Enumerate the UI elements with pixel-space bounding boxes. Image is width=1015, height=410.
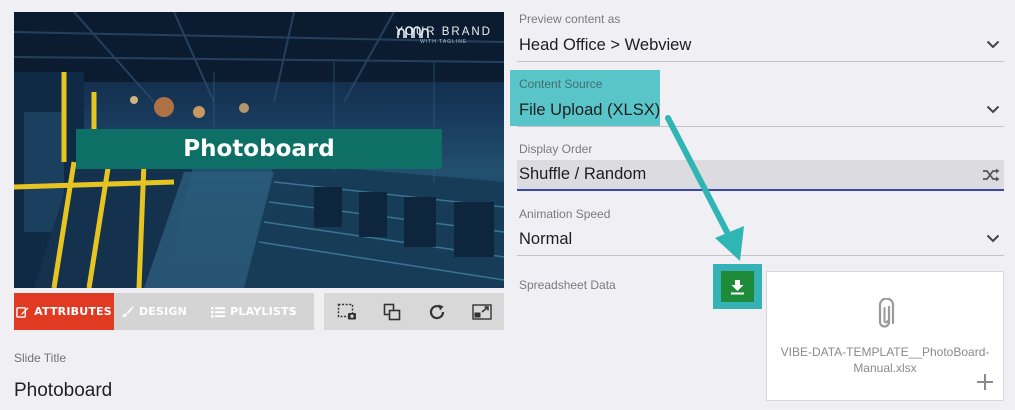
screenshot-button[interactable] [324,293,369,330]
display-order-label: Display Order [519,142,593,156]
display-order-value: Shuffle / Random [519,165,647,183]
add-file-icon[interactable] [976,373,994,391]
tab-playlists-label: PLAYLISTS [230,305,297,318]
preview-toolbar [324,293,504,330]
list-icon [211,306,226,317]
chevron-down-icon [986,40,1000,49]
tab-playlists[interactable]: PLAYLISTS [194,293,314,330]
chevron-down-icon [986,234,1000,243]
content-source-value: File Upload (XLSX) [519,101,661,119]
brush-icon [121,305,134,317]
preview-as-select[interactable]: Head Office > Webview [517,32,1004,62]
slide-title-label: Slide Title [14,351,67,365]
animation-speed-label: Animation Speed [519,207,611,221]
tab-attributes-label: ATTRIBUTES [34,305,112,318]
download-icon [731,279,744,294]
refresh-icon [429,304,444,319]
resize-button[interactable] [459,293,504,330]
content-source-select[interactable]: File Upload (XLSX) [517,97,1004,127]
layers-button[interactable] [369,293,414,330]
preview-as-label: Preview content as [519,12,621,26]
preview-as-value: Head Office > Webview [519,36,692,54]
slide-title-input[interactable]: Photoboard [14,380,112,402]
animation-speed-value: Normal [519,230,573,248]
tab-design[interactable]: DESIGN [114,293,194,330]
building-icon [397,26,430,38]
download-template-highlight [713,264,762,309]
brand-logo: YOUR BRAND WITH TAGLINE [395,26,492,45]
slide-banner-title: Photoboard [76,129,442,169]
screenshot-icon [337,303,356,319]
paperclip-icon [878,298,895,328]
tab-design-label: DESIGN [138,305,188,318]
spreadsheet-upload-dropzone[interactable]: VIBE-DATA-TEMPLATE__PhotoBoard-Manual.xl… [766,271,1004,401]
content-source-label: Content Source [519,77,603,91]
resize-icon [471,303,492,320]
slide-preview: YOUR BRAND WITH TAGLINE Photoboard [14,12,504,288]
layers-icon [383,303,400,320]
spreadsheet-data-label: Spreadsheet Data [519,278,616,292]
brand-tagline: WITH TAGLINE [420,39,468,45]
uploaded-file-name: VIBE-DATA-TEMPLATE__PhotoBoard-Manual.xl… [780,345,990,375]
display-order-select[interactable]: Shuffle / Random [517,160,1004,191]
refresh-button[interactable] [414,293,459,330]
tab-attributes[interactable]: ATTRIBUTES [14,293,114,330]
editor-tabs: ATTRIBUTES DESIGN PLAYLISTS [14,293,314,330]
edit-icon [16,307,29,318]
chevron-down-icon [986,105,1000,114]
shuffle-icon [983,168,1000,182]
download-template-button[interactable] [721,271,754,302]
animation-speed-select[interactable]: Normal [517,226,1004,256]
